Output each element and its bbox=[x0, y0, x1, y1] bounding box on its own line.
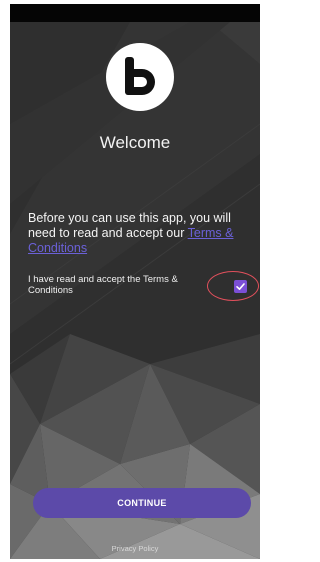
continue-button[interactable]: CONTINUE bbox=[33, 488, 251, 518]
welcome-title: Welcome bbox=[99, 133, 171, 152]
privacy-policy-link[interactable]: Privacy Policy bbox=[10, 544, 260, 553]
intro-text: Before you can use this app, you will ne… bbox=[28, 211, 254, 256]
highlight-annotation bbox=[207, 271, 259, 301]
agree-label: I have read and accept the Terms & Condi… bbox=[28, 274, 178, 296]
b-logo-icon bbox=[106, 43, 174, 111]
low-poly-background bbox=[10, 334, 260, 559]
app-screen: Welcome Before you can use this app, you… bbox=[10, 4, 260, 559]
device-frame: Welcome Before you can use this app, you… bbox=[0, 0, 260, 562]
